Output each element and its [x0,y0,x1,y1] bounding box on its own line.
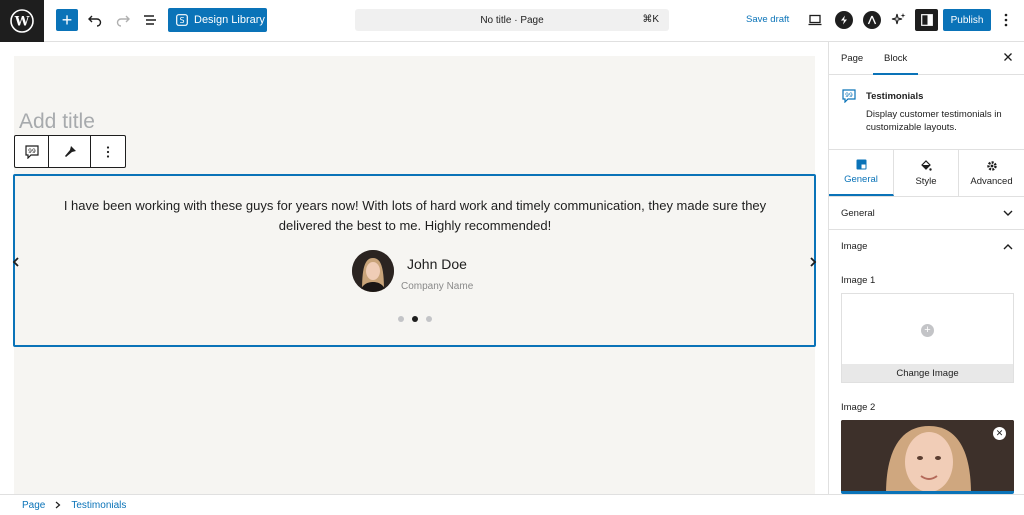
close-sidebar-button[interactable] [1003,51,1013,65]
tab-general[interactable]: General [829,150,894,196]
breadcrumb-testimonials[interactable]: Testimonials [71,500,126,511]
image-1-label: Image 1 [841,275,876,286]
bolt-icon [841,15,847,25]
document-title: No title · Page [480,14,544,26]
settings-sidebar-toggle[interactable] [915,9,938,31]
change-image-button[interactable]: Change Image [842,364,1013,382]
slider-prev-arrow[interactable] [12,256,20,270]
sidebar-icon [920,14,933,26]
panel-general-toggle[interactable]: General [829,197,1024,230]
plus-icon: + [61,10,73,30]
tab-advanced-label: Advanced [970,175,1013,187]
remove-image-button[interactable]: ✕ [993,427,1006,440]
preview-button[interactable] [806,11,824,29]
settings-sidebar: Page Block 99 Testimonials Display custo… [828,42,1024,494]
svg-text:99: 99 [28,147,36,154]
gear-icon [986,160,997,171]
paintbrush-icon [64,145,76,157]
close-icon: ✕ [995,428,1004,438]
image-2-preview [841,420,1014,491]
tab-advanced[interactable]: Advanced [959,150,1024,196]
undo-icon [88,15,102,27]
options-menu-button[interactable] [999,11,1013,29]
slider-dot-2[interactable] [412,316,418,322]
tab-general-label: General [844,174,878,185]
undo-button[interactable] [86,11,104,29]
chevron-up-icon [1003,243,1013,249]
wordpress-logo-icon[interactable]: W [0,0,44,42]
block-breadcrumb: Page Testimonials [0,494,1024,515]
title-input[interactable]: Add title [19,110,95,134]
astra-plugin-button[interactable] [863,11,881,29]
block-card-description: Display customer testimonials in customi… [866,109,1002,133]
chevron-down-icon [1003,210,1013,216]
astra-icon [867,15,877,25]
layout-icon [856,159,866,170]
more-vertical-icon [106,145,110,158]
slider-next-arrow[interactable] [809,256,817,270]
add-block-button[interactable]: + [56,9,78,31]
slider-dot-1[interactable] [398,316,404,322]
svg-text:S: S [179,16,184,25]
redo-icon [116,15,130,27]
close-icon [1004,53,1012,61]
block-settings-tabs: General Style Advanced [829,150,1024,197]
publish-button[interactable]: Publish [943,9,991,31]
stackable-icon: S [176,14,188,26]
tab-page[interactable]: Page [841,53,863,64]
image-2-label: Image 2 [841,402,876,413]
save-draft-button[interactable]: Save draft [746,14,789,25]
testimonial-icon: 99 [842,89,856,108]
image-1-picker[interactable]: + Change Image [841,293,1014,383]
tab-block[interactable]: Block [884,53,907,64]
tab-style-label: Style [915,175,937,187]
svg-text:99: 99 [845,92,853,99]
redo-button[interactable] [114,11,132,29]
list-view-icon [144,15,156,25]
testimonial-icon: 99 [24,144,39,159]
more-vertical-icon [1004,13,1008,27]
document-overview-button[interactable] [141,11,159,29]
chevron-right-icon [55,501,61,509]
panel-general-title: General [841,207,875,219]
breadcrumb-page[interactable]: Page [22,500,45,511]
block-card-title: Testimonials [866,91,924,102]
testimonial-author-company[interactable]: Company Name [401,281,473,292]
sidebar-tabs: Page Block [829,42,1024,75]
plus-icon[interactable]: + [921,324,934,337]
block-toolbar: 99 [14,135,126,168]
testimonial-author-name[interactable]: John Doe [407,256,467,272]
panel-image-title: Image [841,241,868,252]
command-shortcut: ⌘K [642,14,659,25]
design-library-button[interactable]: S Design Library [168,8,267,32]
ai-assistant-button[interactable] [890,10,908,30]
desktop-icon [808,14,822,26]
active-tab-indicator [873,73,918,75]
testimonial-quote[interactable]: I have been working with these guys for … [55,196,775,236]
bolt-plugin-button[interactable] [835,11,853,29]
testimonial-block[interactable]: I have been working with these guys for … [12,174,817,347]
chevron-right-icon [810,257,817,267]
document-bar[interactable]: No title · Page ⌘K [355,9,669,31]
block-type-button[interactable]: 99 [15,136,49,167]
chevron-left-icon [12,257,19,267]
editor-top-bar: W + S Design Library No title · Page ⌘K … [0,0,1024,42]
slider-dot-3[interactable] [426,316,432,322]
testimonial-avatar[interactable] [352,250,394,292]
svg-text:W: W [14,15,30,30]
panel-image-toggle[interactable]: Image [829,230,1024,263]
design-library-label: Design Library [194,14,265,26]
block-card: 99 Testimonials Display customer testimo… [829,76,1024,150]
image-2-picker[interactable]: ✕ [841,420,1014,494]
paint-bucket-icon [921,159,932,171]
tab-style[interactable]: Style [894,150,959,196]
block-options-button[interactable] [91,136,125,167]
sparkles-icon [891,13,906,25]
copy-style-button[interactable] [49,136,91,167]
